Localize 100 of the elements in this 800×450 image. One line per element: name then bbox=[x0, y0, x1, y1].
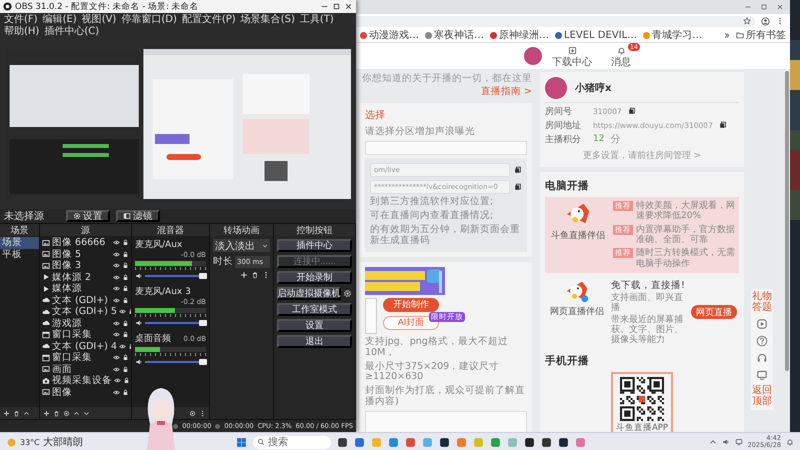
start-button[interactable]: 开始制作 bbox=[383, 298, 439, 312]
lock-icon[interactable] bbox=[122, 285, 129, 292]
control-button[interactable]: 启动虚拟摄像机 bbox=[277, 287, 341, 300]
source-item[interactable]: 媒体源 bbox=[52, 282, 111, 296]
gear-icon[interactable] bbox=[189, 410, 196, 416]
lock-icon[interactable] bbox=[122, 320, 129, 327]
source-item[interactable]: 媒体源 2 bbox=[52, 270, 111, 284]
up-icon[interactable] bbox=[73, 410, 80, 416]
bookmark[interactable]: 动漫游戏… bbox=[360, 28, 419, 42]
lock-icon[interactable] bbox=[122, 239, 129, 246]
lock-icon[interactable] bbox=[122, 388, 129, 396]
eye-icon[interactable] bbox=[113, 296, 120, 304]
add-icon[interactable] bbox=[43, 410, 50, 416]
app-icon[interactable] bbox=[439, 436, 450, 448]
up-icon[interactable] bbox=[23, 410, 30, 416]
control-button[interactable]: 插件中心 bbox=[277, 239, 352, 252]
eye-icon[interactable] bbox=[113, 274, 120, 281]
trash-icon[interactable] bbox=[13, 410, 20, 416]
play-icon[interactable] bbox=[756, 318, 768, 330]
menu-item[interactable]: 场景集合(S) bbox=[240, 14, 295, 26]
help-icon[interactable] bbox=[756, 335, 768, 347]
source-item[interactable]: 图像 5 bbox=[52, 248, 111, 261]
eye-icon[interactable] bbox=[113, 354, 120, 362]
menu-item[interactable]: 停靠窗口(D) bbox=[121, 14, 177, 26]
control-button[interactable]: 设置 bbox=[277, 319, 352, 332]
lock-icon[interactable] bbox=[123, 377, 130, 384]
eye-icon[interactable] bbox=[113, 239, 120, 246]
bookmarks-folder[interactable]: 所有书签 bbox=[736, 28, 786, 42]
menu-item[interactable]: 配置文件(P) bbox=[182, 14, 236, 26]
add-icon[interactable] bbox=[240, 271, 248, 279]
up-icon[interactable] bbox=[708, 438, 717, 446]
eye-icon[interactable] bbox=[113, 262, 120, 270]
bookmark[interactable]: 原神绿洲… bbox=[490, 28, 549, 42]
gear-icon[interactable] bbox=[63, 410, 70, 416]
source-item[interactable]: 画面 bbox=[52, 362, 111, 376]
menu-item[interactable]: 视图(V) bbox=[82, 14, 116, 26]
source-item[interactable]: 文本 (GDI+) 4 bbox=[52, 340, 117, 353]
menu-item[interactable]: 插件中心(C) bbox=[44, 26, 100, 38]
browser-icon[interactable] bbox=[405, 436, 416, 448]
speaker-icon[interactable] bbox=[722, 438, 730, 446]
source-item[interactable]: 视频采集设备 bbox=[52, 374, 112, 388]
lock-icon[interactable] bbox=[122, 366, 129, 373]
source-item[interactable]: 窗口采集 bbox=[52, 351, 111, 364]
search-field[interactable]: 搜索 bbox=[253, 436, 331, 448]
input-field[interactable] bbox=[365, 141, 527, 155]
menu-item[interactable]: 编辑(E) bbox=[42, 14, 77, 26]
more-icon[interactable] bbox=[199, 410, 206, 416]
menu-item[interactable]: 帮助(H) bbox=[4, 26, 40, 38]
maximize-icon[interactable] bbox=[332, 2, 341, 11]
menu-item[interactable]: 工具(T) bbox=[300, 14, 334, 26]
speaker-icon[interactable] bbox=[135, 358, 143, 366]
copy-icon[interactable] bbox=[628, 107, 636, 115]
lock-icon[interactable] bbox=[122, 354, 129, 362]
scene-item[interactable]: 平板 bbox=[0, 248, 39, 260]
eye-icon[interactable] bbox=[118, 308, 126, 316]
eye-icon[interactable] bbox=[113, 250, 120, 258]
monitor-icon[interactable] bbox=[734, 438, 743, 446]
scene-item[interactable]: 场景 bbox=[0, 237, 39, 248]
web-live-button[interactable]: 网页直播 bbox=[691, 305, 737, 320]
side-tool-link[interactable]: 返回顶部 bbox=[752, 386, 772, 407]
profile-icon[interactable] bbox=[761, 16, 770, 26]
headset-icon[interactable] bbox=[756, 352, 768, 364]
eye-icon[interactable] bbox=[113, 320, 120, 327]
lock-icon[interactable] bbox=[122, 262, 129, 270]
chevron-icon[interactable] bbox=[723, 32, 730, 38]
down-icon[interactable] bbox=[83, 410, 90, 416]
bookmark[interactable]: LEVEL DEVIL… bbox=[555, 30, 638, 40]
eye-icon[interactable] bbox=[113, 285, 120, 292]
eye-icon[interactable] bbox=[114, 377, 121, 384]
copy-icon[interactable] bbox=[514, 166, 522, 174]
monitor-icon[interactable] bbox=[756, 369, 768, 381]
scrollbar[interactable] bbox=[785, 71, 789, 371]
side-tool-link[interactable]: 礼物答题 bbox=[752, 292, 772, 313]
bookmark[interactable]: 青城学习… bbox=[643, 28, 702, 42]
menu-item[interactable]: 文件(F) bbox=[4, 14, 38, 26]
lock-icon[interactable] bbox=[122, 296, 129, 304]
eye-icon[interactable] bbox=[113, 366, 120, 373]
source-item[interactable]: 窗口采集 bbox=[52, 328, 111, 342]
app-icon[interactable] bbox=[524, 436, 535, 448]
star-icon[interactable] bbox=[743, 17, 751, 25]
source-item[interactable]: 游戏源 bbox=[52, 316, 111, 330]
speaker-icon[interactable] bbox=[135, 319, 143, 327]
transition-select[interactable]: 淡入淡出 bbox=[213, 239, 270, 252]
source-item[interactable]: 图像 bbox=[52, 386, 111, 399]
lock-icon[interactable] bbox=[122, 274, 129, 281]
app-icon[interactable] bbox=[541, 436, 552, 448]
source-item[interactable]: 文本 (GDI+) 5 bbox=[52, 305, 117, 318]
bell-icon[interactable] bbox=[786, 438, 794, 446]
eye-icon[interactable] bbox=[113, 331, 120, 338]
start-icon[interactable] bbox=[236, 436, 247, 448]
eye-icon[interactable] bbox=[113, 388, 120, 396]
control-button[interactable]: 退出 bbox=[277, 335, 352, 348]
control-button[interactable]: 开始录制 bbox=[277, 271, 352, 284]
browser-icon[interactable] bbox=[388, 436, 399, 448]
source-settings-button[interactable]: 设置 bbox=[66, 210, 110, 222]
bookmark[interactable]: 寒夜神话… bbox=[425, 28, 484, 42]
trash-icon[interactable] bbox=[251, 271, 259, 279]
avatar[interactable] bbox=[524, 47, 542, 65]
close-icon[interactable] bbox=[344, 2, 353, 11]
eye-icon[interactable] bbox=[118, 342, 126, 350]
